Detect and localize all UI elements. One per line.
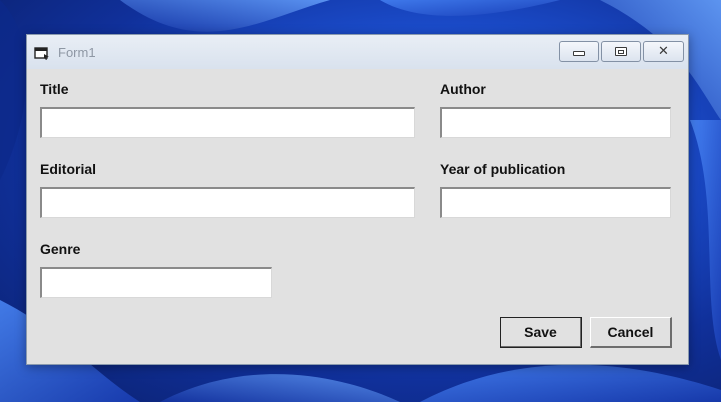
window-title: Form1 [58, 45, 96, 60]
title-bar[interactable]: Form1 ✕ [27, 35, 688, 69]
title-label: Title [40, 81, 69, 97]
author-label: Author [440, 81, 486, 97]
close-icon: ✕ [658, 44, 669, 59]
author-input[interactable] [440, 107, 671, 138]
genre-input[interactable] [40, 267, 272, 298]
minimize-button[interactable] [559, 41, 599, 62]
year-input[interactable] [440, 187, 671, 218]
minimize-icon [573, 51, 585, 56]
year-label: Year of publication [440, 161, 566, 177]
form-window-icon [34, 47, 49, 60]
save-button[interactable]: Save [500, 317, 582, 348]
editorial-input[interactable] [40, 187, 415, 218]
form-window: Form1 ✕ Title Author Editorial Year of p… [26, 34, 689, 365]
editorial-label: Editorial [40, 161, 97, 177]
maximize-button[interactable] [601, 41, 641, 62]
cancel-button[interactable]: Cancel [590, 317, 672, 348]
close-button[interactable]: ✕ [643, 41, 684, 62]
genre-label: Genre [40, 241, 81, 257]
maximize-icon [615, 47, 627, 56]
title-input[interactable] [40, 107, 415, 138]
